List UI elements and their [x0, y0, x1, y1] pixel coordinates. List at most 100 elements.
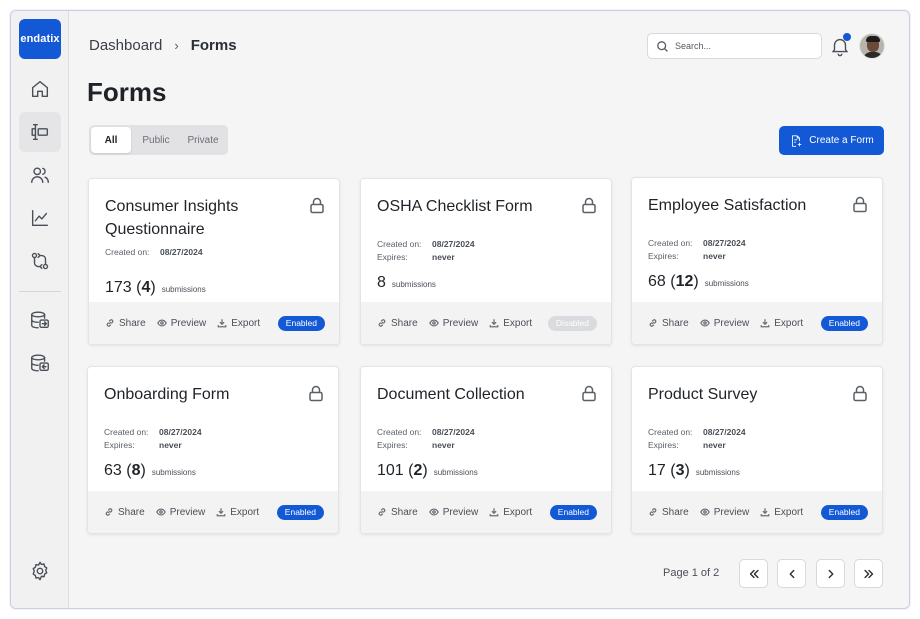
breadcrumb-dashboard[interactable]: Dashboard: [89, 37, 162, 54]
breadcrumb: Dashboard › Forms: [89, 37, 237, 54]
form-card[interactable]: Document Collection Created on: 08/27/202…: [360, 366, 612, 534]
submission-new: 3: [675, 462, 685, 479]
status-badge[interactable]: Disabled: [547, 315, 597, 331]
export-action[interactable]: Export: [216, 507, 259, 518]
sidebar-item-users[interactable]: [19, 155, 61, 195]
search-input[interactable]: [675, 41, 815, 51]
created-label: Created on:: [105, 247, 150, 257]
form-title[interactable]: Onboarding Form: [104, 383, 299, 406]
created-label: Created on:: [648, 427, 693, 437]
avatar[interactable]: [859, 33, 885, 59]
previous-page-button[interactable]: [777, 559, 806, 588]
expires-value: never: [432, 252, 455, 262]
preview-action[interactable]: Preview: [428, 318, 478, 329]
submission-count: 101 (2) submissions: [377, 462, 478, 479]
sidebar-divider: [19, 291, 61, 292]
share-label: Share: [119, 317, 146, 329]
tab-private[interactable]: Private: [181, 127, 225, 153]
expires-value: never: [159, 440, 182, 450]
export-action[interactable]: Export: [489, 507, 532, 518]
created-label: Created on:: [377, 427, 422, 437]
link-icon: [378, 508, 386, 516]
submissions-label: submissions: [161, 285, 206, 294]
tab-all[interactable]: All: [91, 127, 131, 153]
sidebar-item-export[interactable]: [19, 300, 61, 340]
form-card[interactable]: Product Survey Created on: 08/27/2024 Exp…: [631, 366, 883, 534]
submissions-label: submissions: [704, 279, 749, 288]
card-actions: Share Preview Export Enabled: [88, 491, 338, 533]
form-title[interactable]: Product Survey: [648, 383, 843, 406]
status-badge[interactable]: Enabled: [277, 315, 325, 331]
form-card[interactable]: OSHA Checklist Form Created on: 08/27/202…: [360, 178, 612, 345]
submission-total: 68: [648, 273, 666, 290]
database-export-icon: [31, 311, 49, 329]
create-form-button[interactable]: Create a Form: [779, 126, 884, 155]
form-title[interactable]: OSHA Checklist Form: [377, 195, 572, 218]
export-action[interactable]: Export: [760, 507, 803, 518]
preview-action[interactable]: Preview: [155, 506, 206, 518]
export-action[interactable]: Export: [489, 318, 532, 329]
status-badge[interactable]: Enabled: [276, 504, 324, 520]
avatar-hair: [866, 36, 880, 42]
tab-public[interactable]: Public: [131, 127, 181, 153]
eye-icon: [428, 508, 439, 516]
form-card[interactable]: Onboarding Form Created on: 08/27/2024 Ex…: [87, 366, 339, 534]
preview-action[interactable]: Preview: [428, 507, 478, 518]
file-plus-icon: [792, 134, 802, 147]
form-title[interactable]: Document Collection: [377, 383, 572, 406]
form-card[interactable]: Employee Satisfaction Created on: 08/27/2…: [631, 177, 883, 345]
form-title[interactable]: Employee Satisfaction: [648, 194, 843, 217]
submission-total: 101: [377, 462, 404, 479]
next-page-button[interactable]: [816, 559, 845, 588]
share-action[interactable]: Share: [105, 318, 146, 329]
logo[interactable]: endatix: [19, 19, 61, 59]
notifications-button[interactable]: [829, 33, 851, 57]
sidebar-item-analytics[interactable]: [19, 198, 61, 238]
export-action[interactable]: Export: [760, 318, 803, 329]
share-action[interactable]: Share: [377, 507, 418, 518]
submission-new: 12: [675, 273, 694, 290]
export-action[interactable]: Export: [217, 318, 260, 329]
form-meta: Created on: 08/27/2024 Expires: never: [377, 238, 475, 264]
share-label: Share: [662, 506, 689, 518]
preview-label: Preview: [169, 506, 206, 518]
card-actions: Share Preview Export Enabled: [89, 302, 339, 344]
status-badge[interactable]: Enabled: [820, 315, 868, 331]
form-card[interactable]: Consumer Insights Questionnaire Created …: [88, 178, 340, 345]
status-badge[interactable]: Enabled: [549, 504, 597, 520]
sidebar-item-integrations[interactable]: [19, 241, 61, 281]
lock-icon: [852, 196, 868, 213]
preview-label: Preview: [713, 317, 750, 329]
share-action[interactable]: Share: [377, 318, 418, 329]
form-meta: Created on: 08/27/2024 Expires: never: [648, 426, 746, 452]
sidebar-item-settings[interactable]: [19, 551, 61, 591]
chevron-right-icon: [828, 569, 833, 578]
sidebar-item-home[interactable]: [19, 69, 61, 109]
share-action[interactable]: Share: [648, 318, 689, 329]
preview-action[interactable]: Preview: [156, 318, 206, 329]
created-value: 08/27/2024: [159, 427, 202, 437]
first-page-button[interactable]: [739, 559, 768, 588]
eye-icon: [156, 319, 167, 327]
sidebar-item-forms[interactable]: [19, 112, 61, 152]
card-actions: Share Preview Export Enabled: [361, 491, 611, 533]
share-action[interactable]: Share: [104, 507, 145, 518]
submissions-label: submissions: [391, 280, 436, 289]
status-badge[interactable]: Enabled: [820, 504, 868, 520]
card-actions: Share Preview Export Disabled: [361, 302, 611, 344]
last-page-button[interactable]: [854, 559, 883, 588]
integrations-icon: [31, 252, 49, 270]
home-icon: [31, 80, 49, 98]
submission-count: 8 submissions: [377, 274, 436, 292]
form-meta: Created on: 08/27/2024: [105, 246, 203, 259]
sidebar-item-import[interactable]: [19, 343, 61, 383]
search-box[interactable]: [647, 33, 822, 59]
page-title: Forms: [87, 77, 167, 107]
share-action[interactable]: Share: [648, 507, 689, 518]
created-value: 08/27/2024: [432, 427, 475, 437]
submission-total: 17: [648, 462, 666, 479]
submission-total: 63: [104, 462, 122, 479]
preview-action[interactable]: Preview: [699, 507, 749, 518]
form-title[interactable]: Consumer Insights Questionnaire: [105, 195, 300, 241]
preview-action[interactable]: Preview: [699, 317, 750, 329]
